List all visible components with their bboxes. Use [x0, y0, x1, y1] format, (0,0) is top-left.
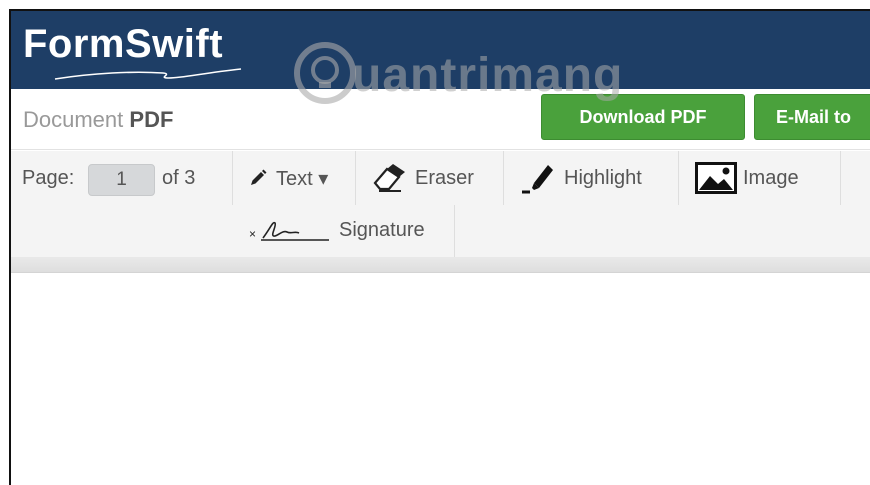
- toolbar-divider: [503, 151, 504, 205]
- document-title-type: PDF: [129, 107, 174, 132]
- signature-icon: ×: [249, 221, 329, 241]
- document-title-prefix: Document: [23, 107, 124, 132]
- app-frame: FormSwift uantrimang Document PDF Downlo…: [0, 0, 870, 485]
- eraser-icon: [373, 164, 405, 192]
- formswift-logo[interactable]: FormSwift: [23, 21, 283, 83]
- page-number-input[interactable]: 1: [88, 164, 155, 196]
- toolbar-divider: [678, 151, 679, 205]
- email-button[interactable]: E-Mail to: [754, 94, 870, 140]
- image-icon: [695, 162, 737, 194]
- toolbar-divider: [840, 151, 841, 205]
- eraser-tool-button[interactable]: Eraser: [371, 151, 474, 205]
- document-title: Document PDF: [23, 107, 173, 133]
- app-header: FormSwift: [11, 11, 870, 89]
- frame-border-left: [9, 9, 11, 485]
- page-count: of 3: [162, 166, 196, 189]
- logo-swoosh-icon: [54, 68, 242, 80]
- editor-toolbar: Page: 1 of 3 Text ▾ Eraser Highlight Ima…: [11, 151, 870, 257]
- toolbar-divider: [232, 151, 233, 205]
- signature-tool-button[interactable]: × Signature: [249, 203, 425, 257]
- highlight-tool-label: Highlight: [564, 166, 642, 189]
- document-titlebar: Document PDF Download PDF E-Mail to: [11, 89, 870, 150]
- highlighter-icon: [522, 165, 553, 194]
- download-pdf-button[interactable]: Download PDF: [541, 94, 745, 140]
- signature-tool-label: Signature: [339, 218, 425, 241]
- eraser-tool-label: Eraser: [415, 166, 474, 189]
- image-tool-button[interactable]: Image: [695, 151, 799, 205]
- pencil-icon: [251, 169, 267, 185]
- highlight-tool-button[interactable]: Highlight: [520, 151, 642, 205]
- frame-border-top: [9, 9, 870, 11]
- document-canvas[interactable]: [11, 274, 870, 485]
- toolbar-divider: [355, 151, 356, 205]
- page-label: Page:: [22, 166, 75, 189]
- toolbar-divider: [454, 205, 455, 257]
- toolbar-shadow: [11, 257, 870, 273]
- image-tool-label: Image: [743, 166, 799, 189]
- text-tool-label: Text ▾: [276, 167, 329, 190]
- text-tool-button[interactable]: Text ▾: [248, 151, 328, 205]
- svg-text:×: ×: [249, 227, 256, 241]
